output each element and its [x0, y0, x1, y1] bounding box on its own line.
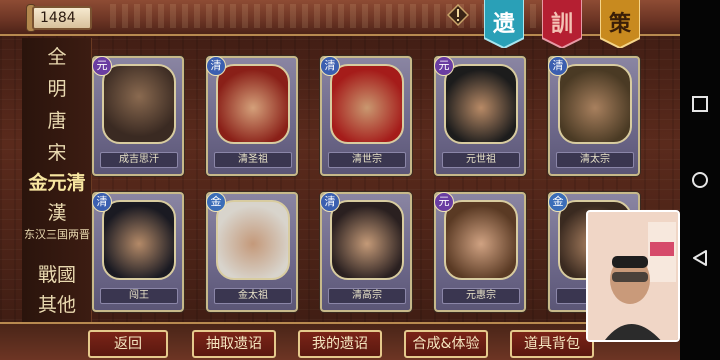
sidebar-item-ming[interactable]: 明	[22, 74, 92, 104]
emperor-portrait	[444, 64, 518, 144]
compose-experience-button[interactable]: 合成&体验	[404, 330, 488, 358]
my-edicts-button[interactable]: 我的遗诏	[298, 330, 382, 358]
ribbon-tab-yi[interactable]: 遗	[484, 0, 524, 48]
emperor-card[interactable]: 清 清太宗	[548, 56, 640, 176]
sidebar-item-three-kingdoms[interactable]: 东汉三国两晋	[22, 226, 92, 256]
dynasty-badge: 元	[92, 56, 112, 76]
emperor-card[interactable]: 清 清世宗	[320, 56, 412, 176]
emperor-portrait	[558, 64, 632, 144]
emperor-name: 元惠宗	[442, 288, 520, 304]
resource-counter: 1484	[32, 6, 92, 30]
back-icon[interactable]	[688, 246, 712, 270]
ribbon-tab-xun[interactable]: 訓	[542, 0, 582, 48]
sidebar-item-other[interactable]: 其他	[22, 290, 92, 320]
recent-apps-icon[interactable]	[688, 92, 712, 116]
dynasty-badge: 元	[434, 192, 454, 212]
warning-icon[interactable]	[446, 3, 470, 27]
ribbon-tab-ce-label: 策	[608, 11, 631, 37]
emperor-portrait	[102, 64, 176, 144]
ribbon-tab-ce[interactable]: 策	[600, 0, 640, 48]
android-nav-bar	[680, 0, 720, 360]
emperor-card[interactable]: 元 成吉思汗	[92, 56, 184, 176]
emperor-name: 清圣祖	[214, 152, 292, 168]
dynasty-badge: 元	[434, 56, 454, 76]
ribbon-tab-yi-label: 遗	[492, 11, 515, 37]
dynasty-badge: 清	[206, 56, 226, 76]
emperor-portrait	[216, 64, 290, 144]
emperor-card[interactable]: 清 清高宗	[320, 192, 412, 312]
dynasty-badge: 金	[206, 192, 226, 212]
sidebar-item-han[interactable]: 漢	[22, 198, 92, 228]
emperor-portrait	[444, 200, 518, 280]
bottom-bar: 返回 抽取遗诏 我的遗诏 合成&体验 道具背包	[0, 322, 680, 360]
emperor-name: 清高宗	[328, 288, 406, 304]
dynasty-badge: 清	[320, 192, 340, 212]
sidebar-item-all[interactable]: 全	[22, 42, 92, 72]
emperor-card[interactable]: 元 元惠宗	[434, 192, 526, 312]
emperor-portrait	[330, 64, 404, 144]
sidebar-item-song[interactable]: 宋	[22, 138, 92, 168]
sidebar-item-tang[interactable]: 唐	[22, 106, 92, 136]
emperor-name: 成吉思汗	[100, 152, 178, 168]
emperor-name: 元世祖	[442, 152, 520, 168]
webcam-overlay	[586, 210, 680, 342]
emperor-name: 金太祖	[214, 288, 292, 304]
emperor-portrait	[330, 200, 404, 280]
dynasty-badge: 清	[548, 56, 568, 76]
emperor-portrait	[102, 200, 176, 280]
emperor-portrait	[216, 200, 290, 280]
sidebar-item-jin-yuan-qing[interactable]: 金元清	[22, 168, 92, 198]
emperor-name: 清太宗	[556, 152, 634, 168]
sidebar-item-warring-states[interactable]: 戰國	[22, 260, 92, 290]
draw-edict-button[interactable]: 抽取遗诏	[192, 330, 276, 358]
ribbon-tab-xun-label: 訓	[550, 11, 573, 37]
home-icon[interactable]	[688, 168, 712, 192]
emperor-card[interactable]: 清 清圣祖	[206, 56, 298, 176]
dynasty-badge: 清	[92, 192, 112, 212]
item-bag-button[interactable]: 道具背包	[510, 330, 594, 358]
emperor-card[interactable]: 金 金太祖	[206, 192, 298, 312]
emperor-card[interactable]: 元 元世祖	[434, 56, 526, 176]
emperor-name: 闯王	[100, 288, 178, 304]
back-button[interactable]: 返回	[88, 330, 168, 358]
emperor-card[interactable]: 清 闯王	[92, 192, 184, 312]
dynasty-badge: 金	[548, 192, 568, 212]
dynasty-badge: 清	[320, 56, 340, 76]
dynasty-sidebar: 全 明 唐 宋 金元清 漢 东汉三国两晋 戰國 其他	[22, 38, 92, 330]
emperor-name: 清世宗	[328, 152, 406, 168]
game-screen: 1484 遗 訓 策 全 明 唐 宋 金元清 漢 东汉三国两晋 戰國 其他 元 …	[0, 0, 680, 360]
